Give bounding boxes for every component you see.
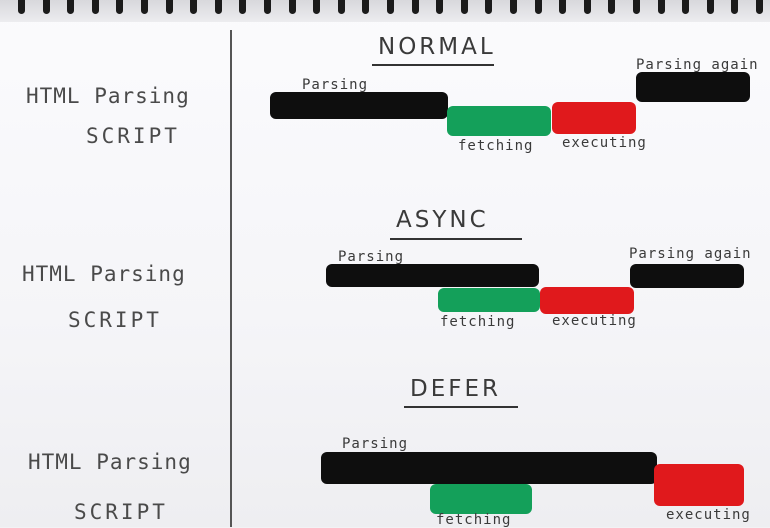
parsing-again-label: Parsing again (629, 246, 752, 262)
executing-bar (654, 464, 744, 506)
binding-ring (165, 0, 173, 14)
section-title-async: ASYNC (396, 207, 489, 233)
divider-line (230, 30, 232, 527)
binding-ring (288, 0, 296, 14)
parsing-label: Parsing (342, 436, 409, 452)
binding-ring (460, 0, 468, 14)
script-label: SCRIPT (68, 308, 162, 332)
binding-ring (731, 0, 739, 14)
script-label: SCRIPT (86, 124, 180, 148)
binding-ring (313, 0, 321, 14)
fetching-bar (438, 288, 540, 312)
binding-ring (67, 0, 75, 14)
binding-ring (682, 0, 690, 14)
binding-ring (510, 0, 517, 14)
binding-ring (387, 0, 394, 14)
binding-ring (485, 0, 493, 14)
binding-ring (18, 0, 25, 14)
section-title-defer: DEFER (410, 376, 501, 402)
spiral-binding (0, 0, 770, 22)
binding-ring (239, 0, 247, 14)
fetching-bar (430, 484, 532, 514)
parsing-again-bar (630, 264, 744, 288)
binding-ring (337, 0, 345, 14)
html-parsing-label: HTML Parsing (28, 450, 192, 474)
parsing-bar (326, 264, 539, 287)
html-parsing-label: HTML Parsing (22, 262, 186, 286)
fetching-label: fetching (436, 512, 512, 528)
executing-label: executing (666, 507, 751, 523)
binding-ring (559, 0, 567, 14)
binding-ring (436, 0, 444, 14)
parsing-bar (270, 92, 448, 119)
parsing-again-label: Parsing again (636, 57, 759, 73)
binding-ring (362, 0, 370, 14)
binding-ring (657, 0, 665, 14)
executing-bar (540, 287, 634, 314)
binding-ring (214, 0, 222, 14)
binding-ring (534, 0, 542, 14)
binding-ring (91, 0, 99, 14)
parsing-bar (321, 452, 657, 484)
parsing-label: Parsing (338, 249, 405, 265)
title-underline (372, 64, 494, 66)
binding-ring (190, 0, 198, 14)
html-parsing-label: HTML Parsing (26, 84, 190, 108)
binding-ring (608, 0, 616, 14)
fetching-bar (447, 106, 551, 136)
binding-ring (706, 0, 714, 14)
parsing-label: Parsing (302, 77, 369, 93)
binding-ring (116, 0, 124, 14)
executing-label: executing (562, 135, 647, 151)
executing-label: executing (552, 313, 637, 329)
title-underline (404, 406, 518, 408)
parsing-again-bar (636, 72, 750, 102)
script-label: SCRIPT (74, 500, 168, 524)
binding-ring (42, 0, 50, 14)
executing-bar (552, 102, 636, 134)
binding-ring (141, 0, 148, 14)
fetching-label: fetching (440, 314, 516, 330)
title-underline (390, 238, 522, 240)
binding-ring (583, 0, 591, 14)
binding-ring (411, 0, 419, 14)
section-title-normal: NORMAL (378, 34, 496, 60)
fetching-label: fetching (458, 138, 534, 154)
binding-ring (633, 0, 640, 14)
binding-ring (756, 0, 763, 14)
binding-ring (264, 0, 271, 14)
